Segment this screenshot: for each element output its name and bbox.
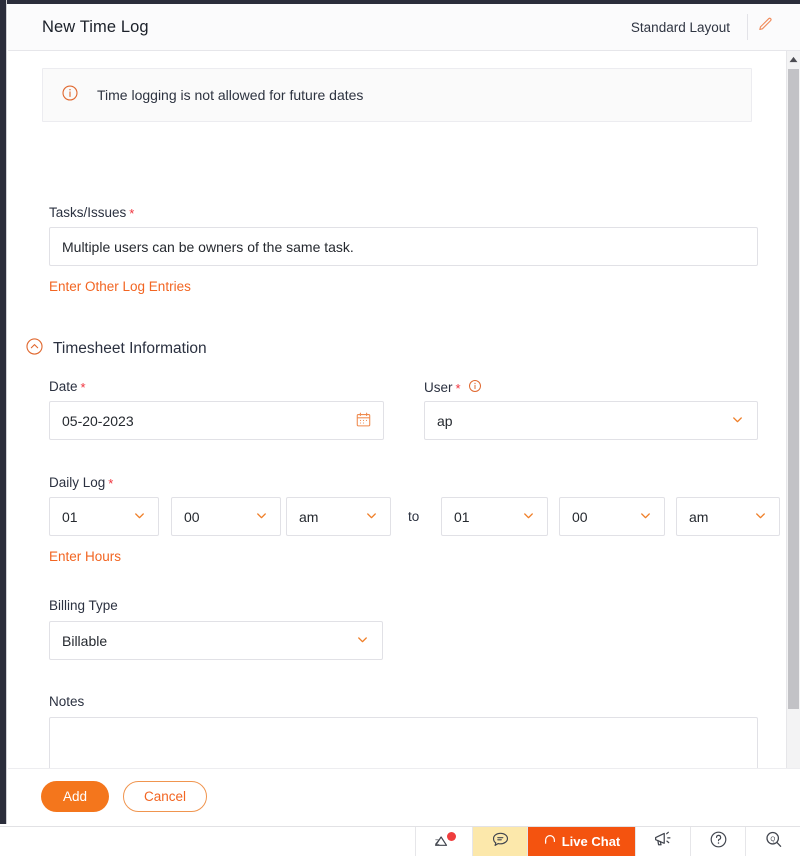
chevron-down-icon bbox=[730, 412, 745, 430]
billing-type-select[interactable]: Billable bbox=[49, 621, 383, 660]
billing-type-value: Billable bbox=[62, 632, 108, 649]
dialog-header: New Time Log Standard Layout bbox=[8, 4, 800, 51]
notes-label: Notes bbox=[49, 694, 84, 709]
enter-hours-link[interactable]: Enter Hours bbox=[49, 549, 121, 564]
billing-type-label-text: Billing Type bbox=[49, 598, 118, 613]
chat-button[interactable] bbox=[472, 827, 527, 856]
info-banner-text: Time logging is not allowed for future d… bbox=[97, 87, 364, 103]
chevron-down-icon bbox=[521, 508, 536, 526]
user-label-text: User bbox=[424, 380, 453, 395]
billing-type-label: Billing Type bbox=[49, 598, 118, 613]
from-minute-select[interactable]: 00 bbox=[171, 497, 281, 536]
to-minute-value: 00 bbox=[572, 508, 588, 525]
add-button[interactable]: Add bbox=[41, 781, 110, 812]
announcements-button[interactable] bbox=[635, 827, 690, 856]
time-range-separator: to bbox=[408, 509, 420, 524]
header-actions: Standard Layout bbox=[631, 10, 782, 44]
tasks-issues-input[interactable]: Multiple users can be owners of the same… bbox=[49, 227, 758, 266]
from-hour-value: 01 bbox=[62, 508, 78, 525]
from-hour-select[interactable]: 01 bbox=[49, 497, 159, 536]
tasks-issues-label-text: Tasks/Issues bbox=[49, 205, 127, 220]
to-hour-value: 01 bbox=[454, 508, 470, 525]
timesheet-information-section-header[interactable]: Timesheet Information bbox=[25, 337, 207, 361]
info-banner: Time logging is not allowed for future d… bbox=[42, 68, 752, 122]
form-vertical-scrollbar[interactable] bbox=[786, 51, 800, 824]
chevron-up-circle-icon bbox=[25, 337, 44, 361]
help-circle-icon bbox=[709, 830, 728, 854]
megaphone-icon bbox=[653, 830, 673, 853]
svg-text:Q: Q bbox=[770, 835, 775, 842]
help-button[interactable] bbox=[690, 827, 745, 856]
user-value: ap bbox=[437, 412, 453, 429]
to-minute-select[interactable]: 00 bbox=[559, 497, 665, 536]
calendar-icon[interactable] bbox=[355, 411, 372, 431]
tasks-issues-required: * bbox=[129, 206, 135, 221]
scrollbar-thumb[interactable] bbox=[788, 69, 799, 709]
chevron-down-icon bbox=[638, 508, 653, 526]
date-input[interactable]: 05-20-2023 bbox=[49, 401, 384, 440]
edit-layout-button[interactable] bbox=[748, 10, 782, 44]
tasks-issues-label: Tasks/Issues * bbox=[49, 205, 134, 220]
dialog-footer: Add Cancel bbox=[8, 769, 800, 824]
layout-name-label: Standard Layout bbox=[630, 19, 730, 35]
headset-icon bbox=[543, 833, 557, 850]
date-label: Date * bbox=[49, 379, 86, 394]
to-meridiem-select[interactable]: am bbox=[676, 497, 780, 536]
user-info-icon[interactable] bbox=[464, 379, 482, 396]
live-chat-label: Live Chat bbox=[561, 834, 621, 849]
chevron-down-icon bbox=[132, 508, 147, 526]
to-hour-select[interactable]: 01 bbox=[441, 497, 548, 536]
chevron-down-icon bbox=[753, 508, 768, 526]
from-minute-value: 00 bbox=[184, 508, 200, 525]
chevron-down-icon bbox=[355, 632, 370, 650]
user-label: User * bbox=[424, 379, 482, 396]
to-meridiem-value: am bbox=[689, 508, 709, 525]
tasks-issues-value: Multiple users can be owners of the same… bbox=[62, 238, 354, 255]
window-left-rail bbox=[0, 0, 7, 824]
time-log-dialog: New Time Log Standard Layout Time loggin… bbox=[0, 0, 800, 856]
chat-bubble-icon bbox=[491, 831, 510, 853]
info-circle-icon bbox=[61, 84, 79, 107]
user-required: * bbox=[455, 381, 461, 396]
date-label-text: Date bbox=[49, 379, 78, 394]
pencil-icon bbox=[757, 16, 774, 38]
form-scroll-area: Time logging is not allowed for future d… bbox=[8, 51, 800, 824]
user-select[interactable]: ap bbox=[424, 401, 758, 440]
search-button[interactable]: Q bbox=[745, 827, 800, 856]
from-meridiem-select[interactable]: am bbox=[286, 497, 391, 536]
from-meridiem-value: am bbox=[299, 508, 319, 525]
live-chat-button[interactable]: Live Chat bbox=[527, 827, 635, 856]
timesheet-information-title: Timesheet Information bbox=[53, 340, 207, 357]
search-icon: Q bbox=[764, 830, 783, 854]
chevron-down-icon bbox=[254, 508, 269, 526]
chevron-down-icon bbox=[364, 508, 379, 526]
zia-assistant-button[interactable]: Z bbox=[415, 827, 472, 856]
daily-log-required: * bbox=[108, 476, 114, 491]
enter-other-log-entries-link[interactable]: Enter Other Log Entries bbox=[49, 279, 191, 294]
daily-log-label: Daily Log * bbox=[49, 475, 113, 490]
daily-log-label-text: Daily Log bbox=[49, 475, 106, 490]
form-body: Time logging is not allowed for future d… bbox=[8, 51, 786, 824]
date-required: * bbox=[80, 380, 86, 395]
cancel-button[interactable]: Cancel bbox=[123, 781, 208, 812]
svg-text:Z: Z bbox=[435, 837, 440, 846]
bottom-chat-bar: Z Live Chat Q bbox=[0, 826, 800, 856]
page-title: New Time Log bbox=[42, 17, 149, 36]
notification-dot bbox=[447, 832, 456, 841]
scroll-up-arrow-icon[interactable] bbox=[787, 51, 800, 67]
notes-label-text: Notes bbox=[49, 694, 85, 709]
date-value: 05-20-2023 bbox=[62, 412, 134, 429]
